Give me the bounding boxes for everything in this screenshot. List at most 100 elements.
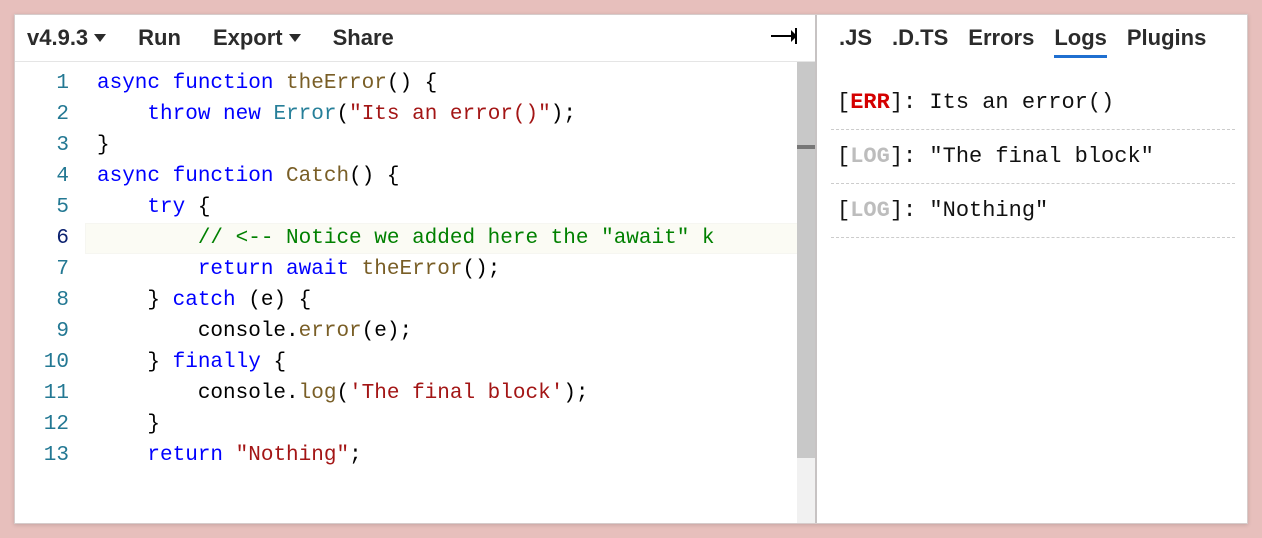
code-token: () { xyxy=(349,165,399,188)
log-message: Its an error() xyxy=(929,90,1114,115)
log-row: [LOG]: "The final block" xyxy=(831,130,1235,184)
tab-logs[interactable]: Logs xyxy=(1054,25,1107,58)
code-token: } xyxy=(97,413,160,436)
code-token: ( xyxy=(336,382,349,405)
code-line[interactable]: async function theError() { xyxy=(85,68,815,99)
code-line[interactable]: } xyxy=(85,409,815,440)
code-token xyxy=(97,196,147,219)
code-token: throw xyxy=(147,103,223,126)
playground-app: v4.9.3 Run Export Share 1234567891011121… xyxy=(14,14,1248,524)
caret-down-icon xyxy=(94,34,106,42)
code-token: (); xyxy=(463,258,501,281)
code-token: new xyxy=(223,103,273,126)
log-tag-log: LOG xyxy=(850,144,890,169)
code-token: async xyxy=(97,72,173,95)
code-token: ( xyxy=(336,103,349,126)
line-number: 5 xyxy=(15,192,85,223)
version-label: v4.9.3 xyxy=(27,25,88,51)
logs-list: [ERR]: Its an error()[LOG]: "The final b… xyxy=(817,66,1247,238)
code-token: await xyxy=(286,258,362,281)
code-line[interactable]: throw new Error("Its an error()"); xyxy=(85,99,815,130)
output-tabs: .JS .D.TS Errors Logs Plugins xyxy=(817,15,1247,66)
code-token: } xyxy=(97,289,173,312)
code-line[interactable]: return await theError(); xyxy=(85,254,815,285)
code-token: try xyxy=(147,196,185,219)
log-tag-err: ERR xyxy=(850,90,890,115)
vertical-scrollbar[interactable] xyxy=(797,62,815,523)
code-line[interactable]: return "Nothing"; xyxy=(85,440,815,471)
share-button[interactable]: Share xyxy=(333,25,394,51)
code-token: ); xyxy=(551,103,576,126)
run-arrow-icon[interactable] xyxy=(771,27,797,50)
code-line[interactable]: console.error(e); xyxy=(85,316,815,347)
line-number: 3 xyxy=(15,130,85,161)
line-number: 9 xyxy=(15,316,85,347)
line-number: 4 xyxy=(15,161,85,192)
log-tag-log: LOG xyxy=(850,198,890,223)
code-token: console. xyxy=(97,320,299,343)
log-row: [LOG]: "Nothing" xyxy=(831,184,1235,238)
output-pane: .JS .D.TS Errors Logs Plugins [ERR]: Its… xyxy=(817,15,1247,523)
code-token: theError xyxy=(286,72,387,95)
code-line[interactable]: } xyxy=(85,130,815,161)
code-line[interactable]: // <-- Notice we added here the "await" … xyxy=(85,223,815,254)
code-token: error xyxy=(299,320,362,343)
run-button[interactable]: Run xyxy=(138,25,181,51)
line-gutter: 12345678910111213 xyxy=(15,62,85,523)
code-editor[interactable]: 12345678910111213 async function theErro… xyxy=(15,62,815,523)
code-token xyxy=(97,444,147,467)
code-line[interactable]: try { xyxy=(85,192,815,223)
code-token: { xyxy=(261,351,286,374)
code-token xyxy=(97,227,198,250)
code-token: function xyxy=(173,165,286,188)
code-token: return xyxy=(198,258,286,281)
code-token: ); xyxy=(563,382,588,405)
code-token: { xyxy=(185,196,210,219)
line-number: 2 xyxy=(15,99,85,130)
line-number: 7 xyxy=(15,254,85,285)
line-number: 1 xyxy=(15,68,85,99)
line-number: 6 xyxy=(15,223,85,254)
code-token: } xyxy=(97,351,173,374)
code-token: finally xyxy=(173,351,261,374)
tab-plugins[interactable]: Plugins xyxy=(1127,25,1206,58)
code-line[interactable]: } catch (e) { xyxy=(85,285,815,316)
tab-errors[interactable]: Errors xyxy=(968,25,1034,58)
code-line[interactable]: } finally { xyxy=(85,347,815,378)
code-token: } xyxy=(97,134,110,157)
code-token: ( xyxy=(236,289,261,312)
code-token: (e); xyxy=(362,320,412,343)
editor-pane: v4.9.3 Run Export Share 1234567891011121… xyxy=(15,15,817,523)
code-token: () { xyxy=(387,72,437,95)
tab-dts[interactable]: .D.TS xyxy=(892,25,948,58)
code-token: ) { xyxy=(273,289,311,312)
code-token: "Its an error()" xyxy=(349,103,551,126)
code-line[interactable]: console.log('The final block'); xyxy=(85,378,815,409)
log-row: [ERR]: Its an error() xyxy=(831,86,1235,130)
code-token xyxy=(97,103,147,126)
version-selector[interactable]: v4.9.3 xyxy=(27,25,106,51)
caret-down-icon xyxy=(289,34,301,42)
export-button[interactable]: Export xyxy=(213,25,301,51)
line-number: 10 xyxy=(15,347,85,378)
scrollbar-thumb[interactable] xyxy=(797,62,815,458)
log-message: "Nothing" xyxy=(929,198,1048,223)
code-line[interactable]: async function Catch() { xyxy=(85,161,815,192)
toolbar: v4.9.3 Run Export Share xyxy=(15,15,815,62)
code-token: console. xyxy=(97,382,299,405)
code-token: function xyxy=(173,72,286,95)
code-token: 'The final block' xyxy=(349,382,563,405)
line-number: 12 xyxy=(15,409,85,440)
code-token: Error xyxy=(273,103,336,126)
tab-js[interactable]: .JS xyxy=(839,25,872,58)
line-number: 13 xyxy=(15,440,85,471)
export-label: Export xyxy=(213,25,283,51)
code-token: e xyxy=(261,289,274,312)
line-number: 11 xyxy=(15,378,85,409)
code-token: // <-- Notice we added here the "await" … xyxy=(198,227,715,250)
code-token: theError xyxy=(362,258,463,281)
code-token: "Nothing" xyxy=(236,444,349,467)
code-token: catch xyxy=(173,289,236,312)
code-area[interactable]: async function theError() { throw new Er… xyxy=(85,62,815,523)
code-token: Catch xyxy=(286,165,349,188)
